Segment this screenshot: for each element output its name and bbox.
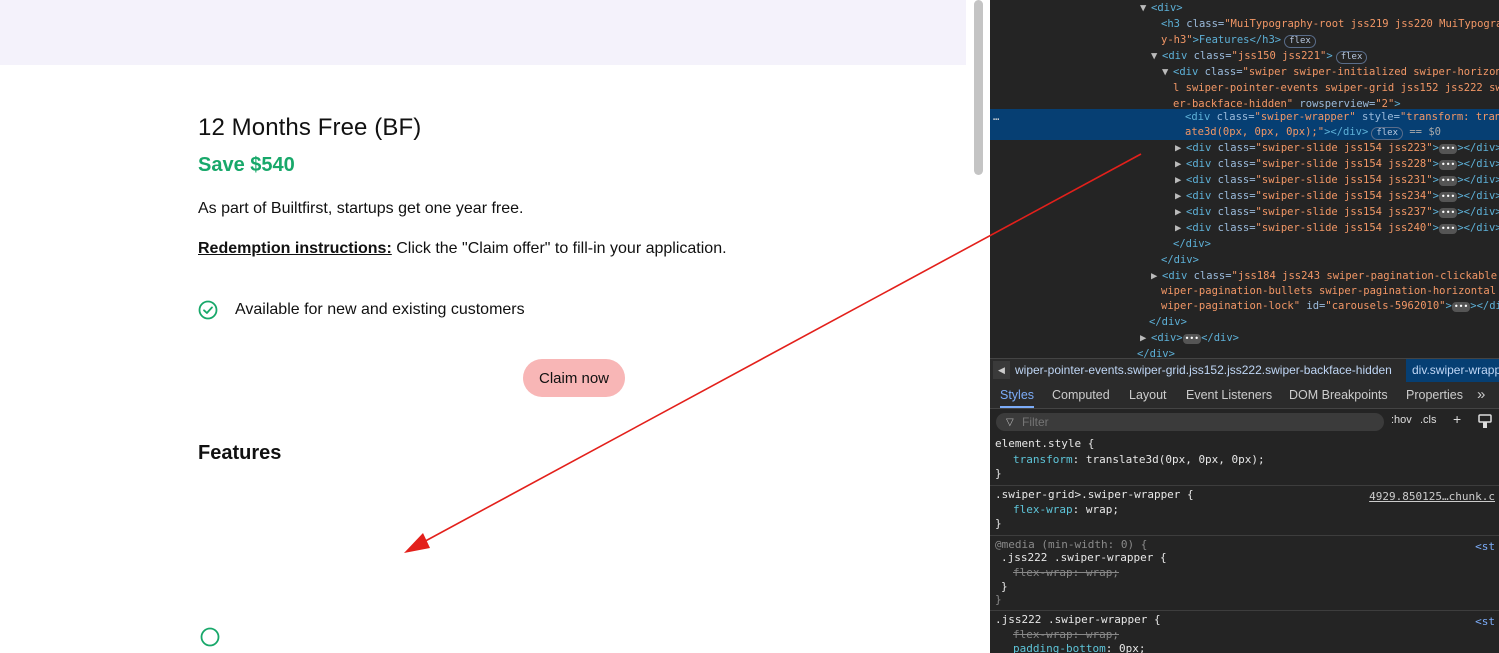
selected-dom-node-cont[interactable]: ate3d(0px, 0px, 0px);"></div> flex == $0 [990, 124, 1499, 140]
dom-node[interactable]: ▼ <div class="jss150 jss221"> flex [990, 48, 1499, 64]
collapsed-dots-icon[interactable]: ••• [1182, 334, 1202, 344]
dom-node[interactable]: ▶ <div class="swiper-slide jss154 jss231"… [990, 172, 1499, 188]
collapsed-dots-icon[interactable]: ••• [1438, 176, 1458, 186]
collapse-triangle-icon[interactable]: ▶ [1175, 172, 1186, 188]
check-circle-icon [200, 627, 220, 647]
rule-divider [990, 485, 1499, 486]
source-link[interactable]: <st [1475, 614, 1495, 630]
dom-node-cont: l swiper-pointer-events swiper-grid jss1… [1173, 82, 1499, 94]
dom-node-close: </div> [1149, 316, 1187, 328]
dom-node-cont: y-h3">Features</h3> flex [990, 32, 1499, 48]
rule-selector: .jss222 .swiper-wrapper { [995, 613, 1161, 626]
source-link[interactable]: <st [1475, 539, 1495, 555]
rule-close: } [1001, 580, 1008, 593]
collapse-triangle-icon[interactable]: ▶ [1151, 268, 1162, 284]
breadcrumb-scroll-left-icon[interactable]: ◀ [993, 361, 1010, 379]
tab-styles[interactable]: Styles [1000, 382, 1035, 408]
dom-node-cont: wiper-pagination-lock" id="carousels-596… [1161, 300, 1499, 312]
availability-row: Available for new and existing customers [198, 300, 525, 320]
collapse-triangle-icon[interactable]: ▶ [1175, 220, 1186, 236]
dom-node-close: </div> [1173, 238, 1211, 250]
dom-node[interactable]: <h3 class="MuiTypography-root jss219 jss… [990, 16, 1499, 32]
dom-node[interactable]: ▼ <div> [990, 0, 1499, 16]
collapse-triangle-icon[interactable]: ▶ [1175, 156, 1186, 172]
flex-badge[interactable]: flex [1371, 127, 1404, 140]
dom-node[interactable]: ▶ <div class="swiper-slide jss154 jss228"… [990, 156, 1499, 172]
collapsed-dots-icon[interactable]: ••• [1438, 208, 1458, 218]
expand-triangle-icon[interactable]: ▼ [1140, 0, 1151, 16]
css-declaration[interactable]: transform: translate3d(0px, 0px, 0px); [1013, 452, 1265, 468]
styles-filter-input[interactable] [996, 413, 1384, 431]
collapsed-dots-icon[interactable]: ••• [1438, 160, 1458, 170]
rule-selector: .jss222 .swiper-wrapper { [1001, 551, 1167, 564]
styles-filter-row: ▽ :hov .cls + [990, 409, 1499, 435]
css-declaration[interactable]: flex-wrap: wrap; [1013, 502, 1119, 518]
tab-properties[interactable]: Properties [1406, 382, 1463, 408]
header-band [0, 0, 966, 65]
collapse-triangle-icon[interactable]: ▶ [1175, 188, 1186, 204]
new-rule-button[interactable]: + [1453, 411, 1461, 427]
flex-badge[interactable]: flex [1335, 51, 1368, 64]
collapse-triangle-icon[interactable]: ▶ [1140, 330, 1151, 346]
tab-dom-breakpoints[interactable]: DOM Breakpoints [1289, 382, 1388, 408]
dom-node[interactable]: ▶ <div class="jss184 jss243 swiper-pagina… [990, 268, 1499, 284]
tab-event-listeners[interactable]: Event Listeners [1186, 382, 1272, 408]
claim-now-button[interactable]: Claim now [523, 359, 625, 397]
more-dots-icon[interactable]: … [993, 109, 999, 125]
availability-text: Available for new and existing customers [235, 301, 525, 318]
dom-node[interactable]: ▼ <div class="swiper swiper-initialized s… [990, 64, 1499, 80]
rule-divider [990, 535, 1499, 536]
collapsed-dots-icon[interactable]: ••• [1451, 302, 1471, 312]
rule-close: } [995, 467, 1002, 480]
tab-computed[interactable]: Computed [1052, 382, 1110, 408]
collapsed-dots-icon[interactable]: ••• [1438, 144, 1458, 154]
collapse-triangle-icon[interactable]: ▶ [1175, 140, 1186, 156]
scrollbar-thumb[interactable] [974, 0, 983, 175]
redemption-text: Click the "Claim offer" to fill-in your … [391, 240, 727, 257]
dom-node[interactable]: ▶ <div class="swiper-slide jss154 jss223"… [990, 140, 1499, 156]
tab-layout[interactable]: Layout [1129, 382, 1167, 408]
css-declaration[interactable]: padding-bottom: 0px; [1013, 641, 1145, 653]
offer-title: 12 Months Free (BF) [198, 114, 422, 141]
dom-node[interactable]: ▶ <div class="swiper-slide jss154 jss237"… [990, 204, 1499, 220]
breadcrumb-item[interactable]: wiper-pointer-events.swiper-grid.jss152.… [1015, 359, 1392, 382]
savings-text: Save $540 [198, 154, 295, 176]
source-link[interactable]: 4929.850125…chunk.c [1369, 489, 1495, 505]
check-circle-icon [198, 300, 218, 320]
redemption-label: Redemption instructions: [198, 240, 392, 257]
flex-badge[interactable]: flex [1284, 35, 1316, 48]
hov-button[interactable]: :hov [1391, 414, 1412, 426]
filter-icon: ▽ [1006, 417, 1014, 428]
collapse-triangle-icon[interactable]: ▶ [1175, 204, 1186, 220]
dom-node-cont: wiper-pagination-bullets swiper-paginati… [1161, 285, 1499, 297]
paint-brush-icon[interactable] [1478, 414, 1492, 429]
web-page: 12 Months Free (BF) Save $540 As part of… [0, 0, 968, 653]
features-heading: Features [198, 442, 282, 464]
dom-node[interactable]: ▶ <div> ••• </div> [990, 330, 1499, 346]
rule-selector: element.style { [995, 437, 1095, 450]
css-declaration-overridden[interactable]: flex-wrap: wrap; [1013, 565, 1119, 581]
media-close: } [995, 593, 1002, 606]
expand-triangle-icon[interactable]: ▼ [1162, 64, 1173, 80]
collapsed-dots-icon[interactable]: ••• [1438, 192, 1458, 202]
elements-dom-tree[interactable]: ▼ <div> <h3 class="MuiTypography-root jss… [990, 0, 1499, 360]
redemption-instructions: Redemption instructions: Click the "Clai… [198, 240, 727, 258]
cls-button[interactable]: .cls [1420, 414, 1437, 426]
dom-node[interactable]: ▶ <div class="swiper-slide jss154 jss240"… [990, 220, 1499, 236]
rule-divider [990, 610, 1499, 611]
expand-triangle-icon[interactable]: ▼ [1151, 48, 1162, 64]
dom-node[interactable]: ▶ <div class="swiper-slide jss154 jss234"… [990, 188, 1499, 204]
more-tabs-icon[interactable]: » [1477, 382, 1485, 408]
selected-dom-node[interactable]: … <div class="swiper-wrapper" style="tran… [990, 109, 1499, 125]
collapsed-dots-icon[interactable]: ••• [1438, 224, 1458, 234]
dom-node-close: </div> [1161, 254, 1199, 266]
breadcrumb-item-selected[interactable]: div.swiper-wrapper [1406, 359, 1499, 382]
rule-selector: .swiper-grid>.swiper-wrapper { [995, 488, 1194, 501]
dom-breadcrumb: ◀ wiper-pointer-events.swiper-grid.jss15… [990, 358, 1499, 383]
devtools-panel: ▼ <div> <h3 class="MuiTypography-root jss… [990, 0, 1499, 653]
rule-close: } [995, 517, 1002, 530]
devtools-subtabs: Styles Computed Layout Event Listeners D… [990, 382, 1499, 409]
offer-description: As part of Builtfirst, startups get one … [198, 200, 524, 217]
